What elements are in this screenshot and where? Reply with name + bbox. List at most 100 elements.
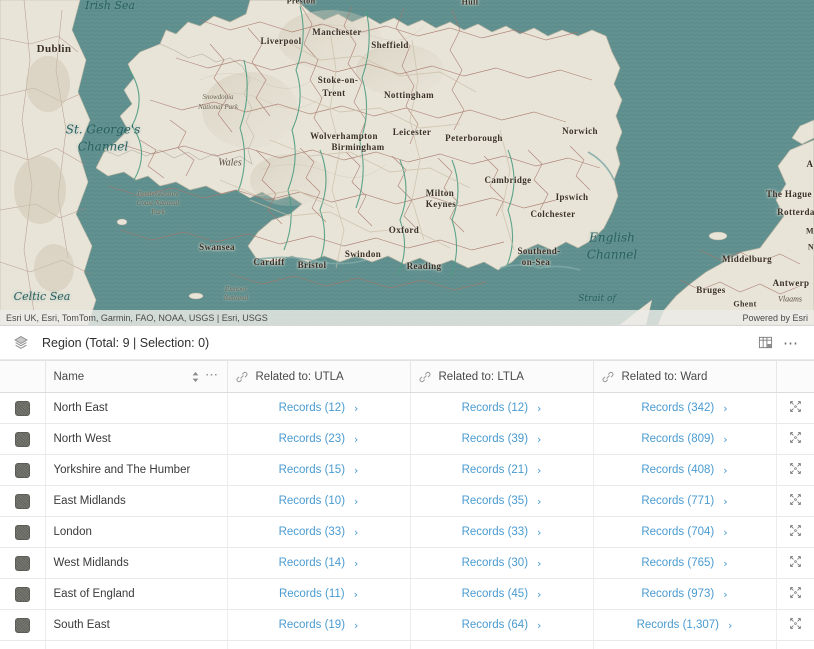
related-records-link[interactable]: Records (21) › [462, 464, 542, 477]
cell-name[interactable]: South East [45, 609, 228, 641]
cell-actions[interactable] [776, 485, 814, 517]
related-records-link[interactable]: Records (14) › [279, 557, 359, 570]
attribute-table-grid[interactable]: Name ⋯ Related to: UTLA Related to: LTLA… [0, 360, 814, 649]
row-symbol-cell[interactable] [0, 547, 46, 579]
zoom-to-feature-icon[interactable] [789, 400, 802, 413]
related-records-link[interactable]: Records (35) › [462, 495, 542, 508]
row-symbol-cell[interactable] [0, 640, 46, 649]
related-records-link[interactable]: Records (408) › [641, 464, 727, 477]
table-row[interactable]: Yorkshire and The Humber Records (15) › Rec… [0, 454, 814, 486]
zoom-to-feature-icon[interactable] [789, 586, 802, 599]
zoom-to-feature-icon[interactable] [789, 493, 802, 506]
cell-actions[interactable] [776, 516, 814, 548]
cell-related-utla[interactable]: Records (15) › [227, 454, 411, 486]
cell-related-ward[interactable]: Records (973) › [593, 578, 777, 610]
column-header-name[interactable]: Name ⋯ [45, 361, 228, 393]
table-row[interactable]: South East Records (19) › Records (64) › Reco… [0, 609, 814, 641]
cell-related-ltla[interactable]: Records (35) › [410, 485, 594, 517]
cell-related-ward[interactable]: Records (408) › [593, 454, 777, 486]
cell-actions[interactable] [776, 392, 814, 424]
cell-actions[interactable] [776, 640, 814, 649]
related-records-link[interactable]: Records (30) › [462, 557, 542, 570]
row-symbol-cell[interactable] [0, 516, 46, 548]
related-records-link[interactable]: Records (33) › [462, 526, 542, 539]
related-records-link[interactable]: Records (19) › [279, 619, 359, 632]
zoom-to-feature-icon[interactable] [789, 524, 802, 537]
cell-actions[interactable] [776, 609, 814, 641]
related-records-link[interactable]: Records (1,307) › [637, 619, 733, 632]
cell-name[interactable]: North East [45, 392, 228, 424]
cell-name[interactable]: Yorkshire and The Humber [45, 454, 228, 486]
column-header-related-ward[interactable]: Related to: Ward [593, 361, 777, 393]
cell-related-ward[interactable]: Records (809) › [593, 423, 777, 455]
cell-name[interactable]: North West [45, 423, 228, 455]
related-records-link[interactable]: Records (64) › [462, 619, 542, 632]
table-row[interactable]: North West Records (23) › Records (39) › Reco… [0, 423, 814, 455]
related-records-link[interactable]: Records (809) › [641, 433, 727, 446]
table-row[interactable]: East Midlands Records (10) › Records (35) › R… [0, 485, 814, 517]
zoom-to-feature-icon[interactable] [789, 431, 802, 444]
zoom-to-feature-icon[interactable] [789, 462, 802, 475]
cell-actions[interactable] [776, 454, 814, 486]
cell-related-ltla[interactable] [410, 640, 594, 649]
row-symbol-cell[interactable] [0, 423, 46, 455]
map-view[interactable]: Irish Sea St. George's Channel Celtic Sea En… [0, 0, 814, 325]
cell-actions[interactable] [776, 423, 814, 455]
cell-actions[interactable] [776, 547, 814, 579]
cell-related-ward[interactable]: Records (342) › [593, 392, 777, 424]
cell-actions[interactable] [776, 578, 814, 610]
cell-related-ltla[interactable]: Records (30) › [410, 547, 594, 579]
related-records-link[interactable]: Records (704) › [641, 526, 727, 539]
cell-name[interactable] [45, 640, 228, 649]
cell-name[interactable]: London [45, 516, 228, 548]
related-records-link[interactable]: Records (11) › [279, 588, 358, 601]
column-header-related-utla[interactable]: Related to: UTLA [227, 361, 411, 393]
related-records-link[interactable]: Records (10) › [279, 495, 359, 508]
cell-related-utla[interactable]: Records (33) › [227, 516, 411, 548]
row-symbol-cell[interactable] [0, 578, 46, 610]
cell-related-ltla[interactable]: Records (45) › [410, 578, 594, 610]
related-records-link[interactable]: Records (39) › [462, 433, 542, 446]
sort-icon[interactable] [191, 371, 200, 383]
cell-related-utla[interactable]: Records (19) › [227, 609, 411, 641]
more-options-icon[interactable]: ⋯ [778, 330, 804, 356]
table-row[interactable]: North East Records (12) › Records (12) › Reco… [0, 392, 814, 424]
cell-related-ltla[interactable]: Records (33) › [410, 516, 594, 548]
cell-related-ltla[interactable]: Records (12) › [410, 392, 594, 424]
related-records-link[interactable]: Records (765) › [641, 557, 727, 570]
cell-name[interactable]: East Midlands [45, 485, 228, 517]
table-row[interactable]: West Midlands Records (14) › Records (30) › R… [0, 547, 814, 579]
row-symbol-cell[interactable] [0, 392, 46, 424]
related-records-link[interactable]: Records (342) › [641, 402, 727, 415]
cell-related-utla[interactable] [227, 640, 411, 649]
cell-related-ward[interactable]: Records (765) › [593, 547, 777, 579]
table-row[interactable]: East of England Records (11) › Records (45)… [0, 578, 814, 610]
zoom-to-feature-icon[interactable] [789, 555, 802, 568]
table-row[interactable] [0, 640, 814, 649]
zoom-to-feature-icon[interactable] [789, 617, 802, 630]
cell-related-utla[interactable]: Records (23) › [227, 423, 411, 455]
cell-related-utla[interactable]: Records (11) › [227, 578, 411, 610]
cell-name[interactable]: West Midlands [45, 547, 228, 579]
cell-related-ward[interactable]: Records (771) › [593, 485, 777, 517]
cell-related-ltla[interactable]: Records (21) › [410, 454, 594, 486]
row-symbol-cell[interactable] [0, 454, 46, 486]
related-records-link[interactable]: Records (12) › [462, 402, 542, 415]
column-menu-icon[interactable]: ⋯ [205, 367, 219, 386]
cell-related-ward[interactable]: Records (1,307) › [593, 609, 777, 641]
cell-related-ltla[interactable]: Records (39) › [410, 423, 594, 455]
cell-related-utla[interactable]: Records (10) › [227, 485, 411, 517]
row-symbol-cell[interactable] [0, 485, 46, 517]
related-records-link[interactable]: Records (771) › [641, 495, 727, 508]
related-records-link[interactable]: Records (23) › [279, 433, 359, 446]
cell-related-ward[interactable]: Records (704) › [593, 516, 777, 548]
related-records-link[interactable]: Records (973) › [641, 588, 727, 601]
related-records-link[interactable]: Records (12) › [279, 402, 359, 415]
fields-table-icon[interactable] [752, 330, 778, 356]
related-records-link[interactable]: Records (33) › [279, 526, 359, 539]
related-records-link[interactable]: Records (45) › [462, 588, 542, 601]
cell-name[interactable]: East of England [45, 578, 228, 610]
column-header-related-ltla[interactable]: Related to: LTLA [410, 361, 594, 393]
cell-related-utla[interactable]: Records (14) › [227, 547, 411, 579]
row-symbol-cell[interactable] [0, 609, 46, 641]
